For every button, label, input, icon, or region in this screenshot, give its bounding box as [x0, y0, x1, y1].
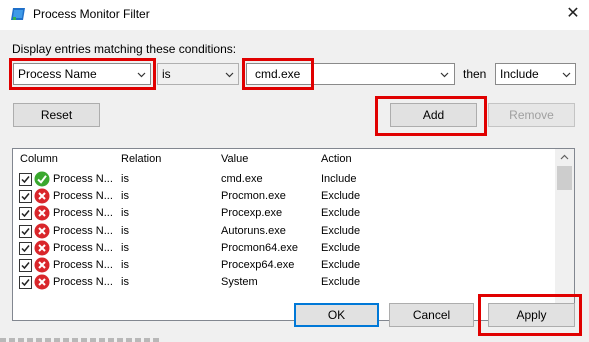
- scroll-up-icon[interactable]: [560, 153, 569, 162]
- row-column-cell: Process N...: [53, 259, 113, 271]
- red-x-icon: [34, 205, 50, 221]
- scrollbar-thumb[interactable]: [557, 166, 572, 190]
- row-action-cell: Exclude: [321, 276, 361, 289]
- chevron-down-icon: [137, 72, 146, 78]
- red-x-icon: [34, 223, 50, 239]
- column-header-column[interactable]: Column: [20, 153, 58, 165]
- row-action-cell: Exclude: [321, 259, 361, 271]
- row-checkbox[interactable]: [19, 224, 32, 238]
- apply-button[interactable]: Apply: [488, 303, 575, 327]
- chevron-down-icon: [562, 72, 571, 78]
- row-column-cell: Process N...: [53, 173, 113, 185]
- row-action-cell: Exclude: [321, 207, 361, 220]
- row-checkbox[interactable]: [19, 241, 32, 255]
- row-column-cell: Process N...: [53, 276, 113, 289]
- chevron-down-icon: [440, 72, 449, 78]
- row-relation-cell: is: [121, 173, 129, 185]
- cancel-button[interactable]: Cancel: [389, 303, 474, 327]
- conditions-heading: Display entries matching these condition…: [12, 42, 237, 56]
- then-label: then: [463, 67, 487, 81]
- value-dropdown[interactable]: cmd.exe: [246, 63, 455, 85]
- action-dropdown[interactable]: Include: [495, 63, 576, 85]
- row-column-cell: Process N...: [53, 224, 113, 237]
- row-relation-cell: is: [121, 190, 129, 203]
- row-value-cell: Procmon64.exe: [221, 241, 299, 254]
- column-header-relation[interactable]: Relation: [121, 153, 161, 165]
- row-value-cell: Autoruns.exe: [221, 224, 286, 237]
- title-bar: Process Monitor Filter ✕: [0, 0, 589, 30]
- row-action-cell: Exclude: [321, 190, 361, 203]
- row-relation-cell: is: [121, 241, 129, 254]
- row-action-cell: Include: [321, 173, 357, 185]
- row-action-cell: Exclude: [321, 241, 361, 254]
- close-icon[interactable]: ✕: [560, 3, 586, 25]
- row-value-cell: System: [221, 276, 258, 289]
- list-item[interactable]: Process N... is Procexp.exe Exclude: [13, 205, 553, 222]
- window-title: Process Monitor Filter: [33, 7, 150, 21]
- column-dropdown[interactable]: Process Name: [13, 63, 151, 85]
- row-checkbox[interactable]: [19, 259, 32, 272]
- row-column-cell: Process N...: [53, 241, 113, 254]
- vertical-scrollbar[interactable]: [555, 149, 574, 320]
- red-x-icon: [34, 274, 50, 290]
- list-item[interactable]: Process N... is System Exclude: [13, 274, 553, 291]
- red-x-icon: [34, 188, 50, 204]
- filter-list[interactable]: Column Relation Value Action Process N..…: [12, 148, 575, 321]
- list-item[interactable]: Process N... is Procmon.exe Exclude: [13, 188, 553, 205]
- add-button[interactable]: Add: [390, 103, 477, 127]
- row-relation-cell: is: [121, 224, 129, 237]
- row-value-cell: cmd.exe: [221, 173, 263, 185]
- red-x-icon: [34, 240, 50, 256]
- relation-dropdown-value: is: [162, 67, 171, 81]
- dialog-body: Display entries matching these condition…: [0, 30, 589, 342]
- row-relation-cell: is: [121, 276, 129, 289]
- status-strip: [0, 338, 160, 342]
- remove-button[interactable]: Remove: [488, 103, 575, 127]
- list-item[interactable]: Process N... is Procexp64.exe Exclude: [13, 257, 553, 274]
- row-checkbox[interactable]: [19, 190, 32, 204]
- relation-dropdown[interactable]: is: [157, 63, 239, 85]
- ok-button[interactable]: OK: [294, 303, 379, 327]
- value-dropdown-value: cmd.exe: [255, 67, 301, 81]
- list-item[interactable]: Process N... is Procmon64.exe Exclude: [13, 240, 553, 257]
- row-value-cell: Procmon.exe: [221, 190, 286, 203]
- column-header-value[interactable]: Value: [221, 153, 248, 165]
- chevron-down-icon: [225, 72, 234, 78]
- row-column-cell: Process N...: [53, 190, 113, 203]
- list-item[interactable]: Process N... is Autoruns.exe Exclude: [13, 223, 553, 240]
- row-checkbox[interactable]: [19, 173, 32, 186]
- list-item[interactable]: Process N... is cmd.exe Include: [13, 171, 553, 188]
- row-relation-cell: is: [121, 259, 129, 271]
- row-checkbox[interactable]: [19, 276, 32, 290]
- row-value-cell: Procexp64.exe: [221, 259, 295, 271]
- red-x-icon: [34, 257, 50, 273]
- row-action-cell: Exclude: [321, 224, 361, 237]
- action-dropdown-value: Include: [500, 67, 539, 81]
- process-monitor-icon: [11, 8, 25, 20]
- row-relation-cell: is: [121, 207, 129, 220]
- column-header-action[interactable]: Action: [321, 153, 352, 165]
- row-checkbox[interactable]: [19, 207, 32, 221]
- column-dropdown-value: Process Name: [18, 67, 97, 81]
- row-value-cell: Procexp.exe: [221, 207, 283, 220]
- row-column-cell: Process N...: [53, 207, 113, 220]
- green-checkmark-icon: [34, 171, 50, 187]
- reset-button[interactable]: Reset: [13, 103, 100, 127]
